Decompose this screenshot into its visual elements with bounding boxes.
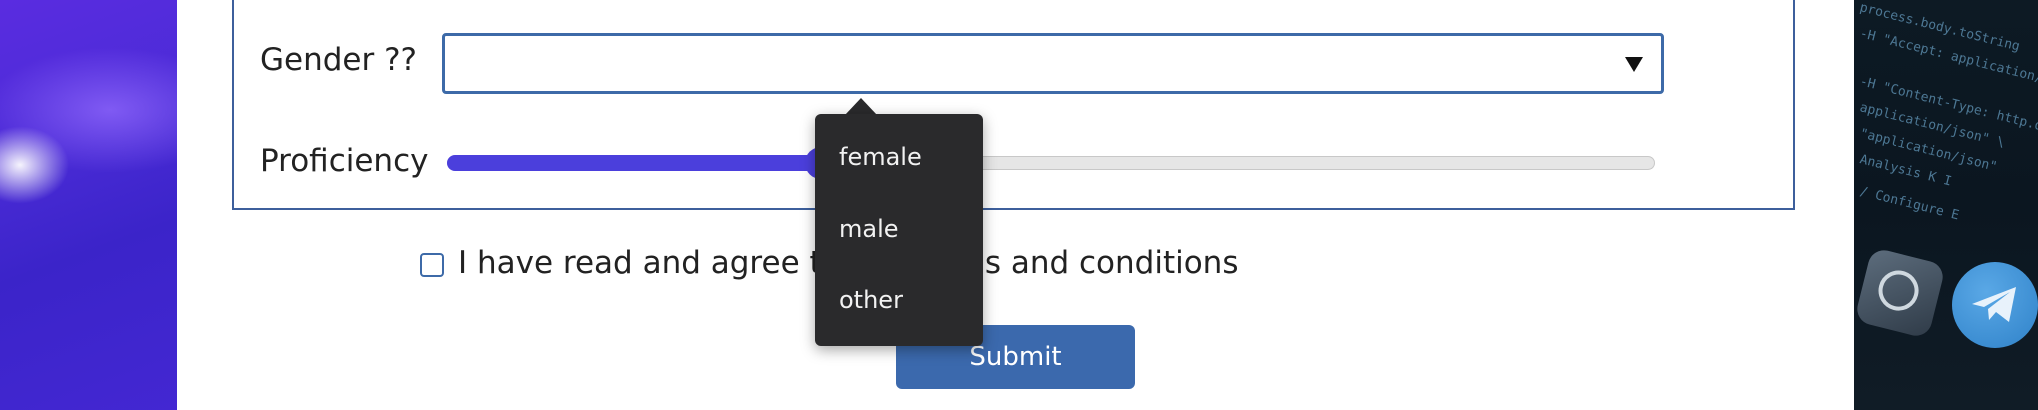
dropdown-caret [845, 98, 877, 115]
gender-select[interactable] [442, 33, 1664, 94]
terms-checkbox[interactable] [420, 253, 444, 277]
gender-dropdown-menu: female male other [815, 114, 983, 346]
dropdown-option-other[interactable]: other [839, 286, 903, 314]
form-panel: Gender ?? Proficiency I have read and ag… [177, 0, 1854, 410]
code-decoration-line: / Configure E [1858, 184, 1961, 224]
proficiency-slider-fill [447, 155, 822, 171]
left-wallpaper [0, 0, 177, 410]
screen: process.body.toString -H "Accept: applic… [0, 0, 2038, 410]
telegram-icon [1952, 262, 2038, 348]
dropdown-option-female[interactable]: female [839, 143, 922, 171]
gender-label: Gender ?? [260, 42, 417, 78]
triangle-down-icon [1625, 57, 1643, 72]
form-fieldset [232, 0, 1795, 210]
dropdown-option-male[interactable]: male [839, 215, 899, 243]
proficiency-label: Proficiency [260, 143, 429, 179]
right-wallpaper: process.body.toString -H "Accept: applic… [1854, 0, 2038, 410]
